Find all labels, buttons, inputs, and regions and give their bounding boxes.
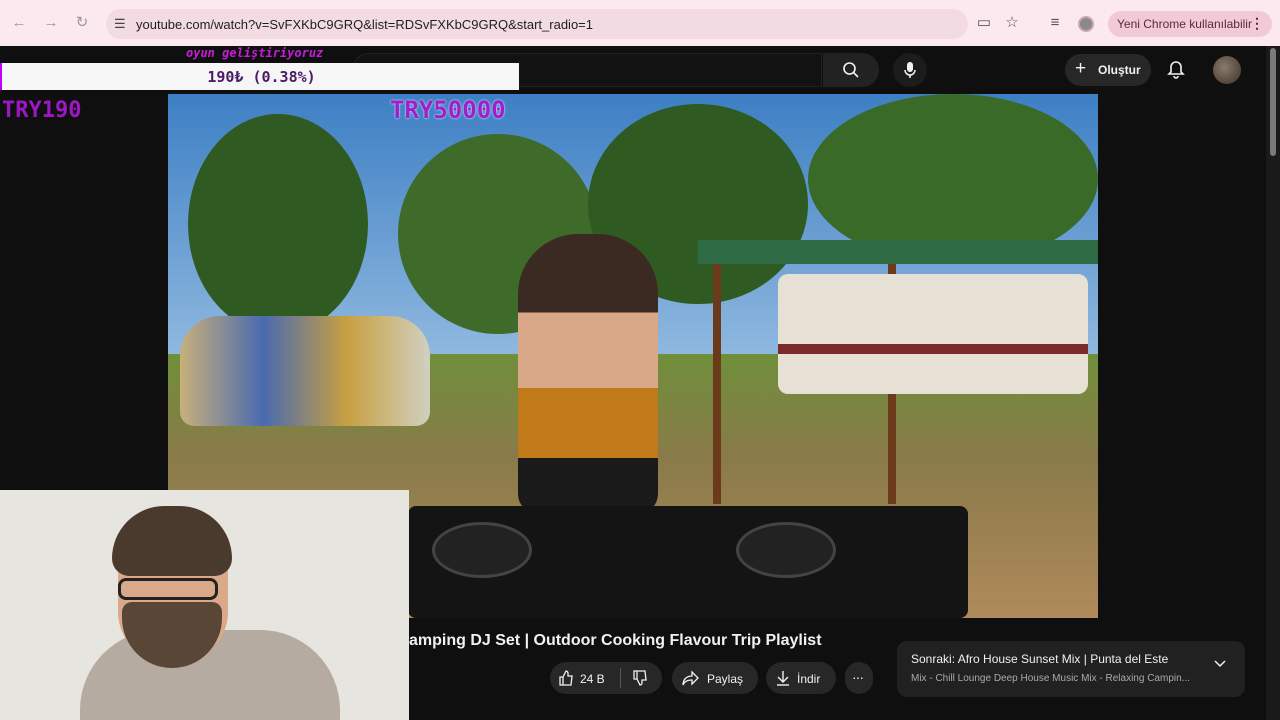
next-video-title: Sonraki: Afro House Sunset Mix | Punta d… bbox=[911, 652, 1169, 666]
donation-progress-bar: 190₺ (0.38%) bbox=[0, 63, 519, 90]
profile-icon[interactable] bbox=[1078, 16, 1094, 32]
scrollbar-thumb[interactable] bbox=[1270, 48, 1276, 156]
video-title: amping DJ Set | Outdoor Cooking Flavour … bbox=[409, 632, 822, 649]
install-icon[interactable]: ▭ bbox=[975, 14, 993, 32]
donation-progress-text: 190₺ (0.38%) bbox=[207, 68, 316, 86]
dislike-icon[interactable] bbox=[632, 670, 648, 686]
site-settings-icon[interactable]: ☰ bbox=[114, 16, 126, 32]
share-icon bbox=[682, 670, 699, 686]
like-count[interactable]: 24 B bbox=[580, 672, 605, 686]
search-icon bbox=[843, 62, 859, 78]
browser-toolbar: ← → ↻ ☰ youtube.com/watch?v=SvFXKbC9GRQ&… bbox=[0, 0, 1280, 46]
download-button[interactable]: İndir bbox=[766, 662, 836, 694]
video-dj bbox=[518, 234, 658, 514]
more-icon: ··· bbox=[852, 669, 864, 685]
webcam-hair bbox=[112, 506, 232, 576]
like-separator bbox=[620, 668, 621, 688]
share-label: Paylaş bbox=[707, 672, 744, 686]
dev-overlay-text: oyun geliştiriyoruz bbox=[186, 46, 324, 60]
video-car bbox=[180, 316, 430, 426]
create-button[interactable]: + Oluştur bbox=[1065, 54, 1151, 86]
chrome-update-button[interactable]: Yeni Chrome kullanılabilir ⋮ bbox=[1108, 11, 1272, 37]
bell-icon[interactable] bbox=[1166, 60, 1186, 80]
like-dislike-group: 24 B bbox=[550, 662, 662, 694]
next-video-card[interactable]: Sonraki: Afro House Sunset Mix | Punta d… bbox=[897, 641, 1245, 697]
video-trailer bbox=[778, 274, 1088, 394]
donation-goal-amount: TRY50000 bbox=[390, 96, 506, 124]
video-shelter bbox=[698, 240, 1098, 264]
microphone-icon bbox=[904, 62, 916, 78]
video-trailer-stripe bbox=[778, 344, 1088, 354]
video-post bbox=[713, 264, 721, 504]
webcam-glasses bbox=[118, 578, 218, 600]
next-video-subtitle: Mix - Chill Lounge Deep House Music Mix … bbox=[911, 673, 1190, 684]
plus-icon: + bbox=[1075, 58, 1087, 79]
voice-search-button[interactable] bbox=[893, 53, 927, 87]
create-label: Oluştur bbox=[1098, 63, 1141, 77]
tab-search-icon[interactable]: ≡ bbox=[1046, 14, 1064, 32]
address-bar[interactable]: ☰ youtube.com/watch?v=SvFXKbC9GRQ&list=R… bbox=[106, 9, 968, 39]
back-icon[interactable]: ← bbox=[10, 14, 28, 32]
bottom-strip bbox=[409, 712, 1266, 720]
video-platter bbox=[432, 522, 532, 578]
share-button[interactable]: Paylaş bbox=[672, 662, 758, 694]
search-button[interactable] bbox=[823, 53, 879, 87]
chevron-down-icon[interactable] bbox=[1213, 659, 1227, 669]
url-text: youtube.com/watch?v=SvFXKbC9GRQ&list=RDS… bbox=[136, 17, 593, 32]
video-platter bbox=[736, 522, 836, 578]
update-label: Yeni Chrome kullanılabilir bbox=[1117, 17, 1252, 31]
video-tree bbox=[808, 94, 1098, 264]
reload-icon[interactable]: ↻ bbox=[73, 14, 91, 32]
more-actions-button[interactable]: ··· bbox=[845, 662, 873, 694]
kebab-menu-icon[interactable]: ⋮ bbox=[1250, 15, 1264, 32]
donation-current-amount: TRY190 bbox=[2, 98, 82, 123]
download-icon bbox=[777, 671, 789, 686]
star-icon[interactable]: ☆ bbox=[1003, 14, 1021, 32]
page-scrollbar[interactable] bbox=[1266, 46, 1280, 720]
like-icon[interactable] bbox=[558, 670, 574, 686]
forward-icon[interactable]: → bbox=[42, 14, 60, 32]
avatar[interactable] bbox=[1213, 56, 1241, 84]
webcam-overlay bbox=[0, 490, 409, 720]
download-label: İndir bbox=[797, 672, 821, 686]
video-tree bbox=[188, 114, 368, 334]
